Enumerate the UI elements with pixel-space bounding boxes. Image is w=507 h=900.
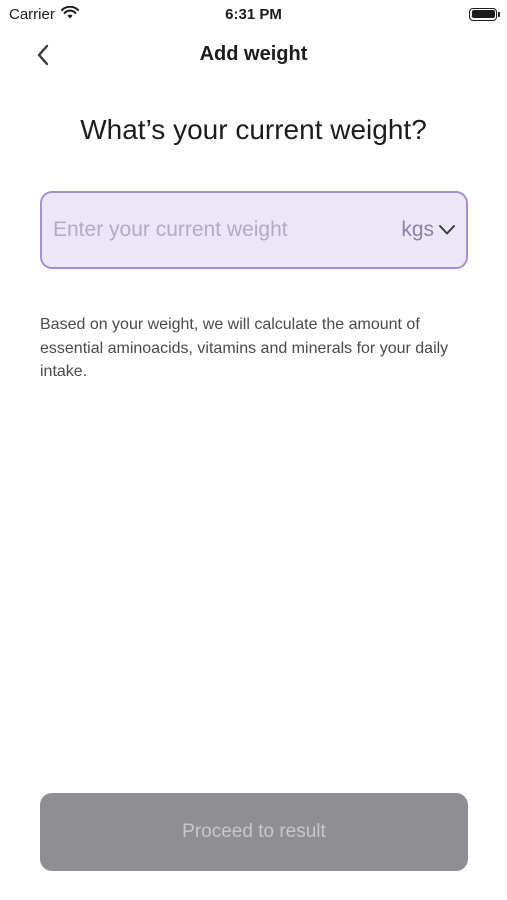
wifi-icon — [60, 5, 79, 23]
screen: Carrier 6:31 PM Add weight What’s your c… — [0, 0, 507, 900]
weight-input[interactable] — [53, 218, 402, 242]
battery-icon — [469, 7, 500, 21]
chevron-left-icon — [37, 44, 49, 66]
question-heading: What’s your current weight? — [80, 114, 427, 145]
status-time: 6:31 PM — [225, 5, 282, 23]
nav-bar: Add weight — [0, 34, 507, 74]
back-button[interactable] — [28, 40, 58, 70]
unit-label: kgs — [401, 218, 434, 241]
description-text: Based on your weight, we will calculate … — [40, 316, 449, 380]
proceed-button[interactable]: Proceed to result — [40, 793, 468, 871]
weight-field: kgs — [40, 191, 468, 269]
battery-fill — [471, 10, 495, 18]
carrier-label: Carrier — [9, 5, 55, 23]
status-bar: Carrier 6:31 PM — [0, 0, 507, 28]
chevron-down-icon — [439, 225, 455, 235]
page-title: Add weight — [199, 42, 308, 65]
unit-dropdown[interactable]: kgs — [401, 218, 456, 242]
status-left: Carrier — [9, 5, 79, 23]
